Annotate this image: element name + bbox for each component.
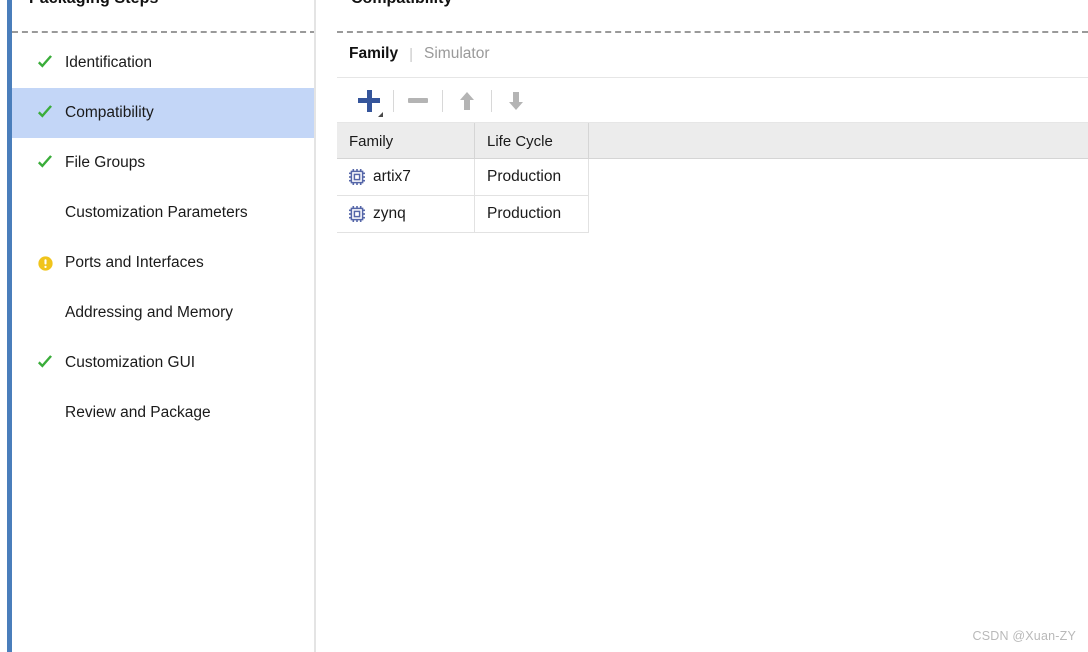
cell-life-cycle[interactable]: Production	[475, 159, 589, 196]
move-down-button	[497, 78, 535, 123]
column-header-life-cycle[interactable]: Life Cycle	[475, 123, 589, 159]
table-row[interactable]: artix7 Production	[337, 159, 1088, 196]
arrow-up-icon	[458, 90, 476, 112]
plus-icon	[358, 89, 383, 117]
sidebar-item-label: Review and Package	[65, 404, 211, 421]
step-status-icon	[34, 202, 56, 224]
table-toolbar	[337, 78, 1088, 123]
step-status-icon	[34, 302, 56, 324]
compatibility-panel: Compatibility Family | Simulator Family Li…	[337, 0, 1088, 652]
family-name: artix7	[373, 168, 411, 185]
compatibility-title: Compatibility	[351, 0, 452, 8]
step-status-icon	[34, 402, 56, 424]
sidebar-item-identification[interactable]: Identification	[12, 38, 314, 88]
sidebar-item-compatibility[interactable]: Compatibility	[12, 88, 314, 138]
sidebar-item-label: Addressing and Memory	[65, 304, 233, 321]
compatibility-tabs: Family | Simulator	[349, 41, 489, 67]
sidebar-item-customization-gui[interactable]: Customization GUI	[12, 338, 314, 388]
sidebar-item-file-groups[interactable]: File Groups	[12, 138, 314, 188]
table-header-row: Family Life Cycle	[337, 123, 1088, 159]
toolbar-separator	[491, 89, 492, 112]
remove-button	[399, 78, 437, 123]
family-name: zynq	[373, 205, 406, 222]
tab-divider: |	[409, 45, 414, 63]
toolbar-separator	[442, 89, 443, 112]
sidebar-item-customization-parameters[interactable]: Customization Parameters	[12, 188, 314, 238]
column-header-family[interactable]: Family	[337, 123, 475, 159]
check-icon	[36, 54, 54, 72]
column-header-filler	[589, 123, 1088, 159]
main-title-divider	[337, 31, 1088, 33]
packaging-wizard: Packaging Steps Identification Compatibil…	[0, 0, 1088, 652]
table-body: artix7 Production zynq Production	[337, 159, 1088, 233]
dropdown-caret-icon	[378, 111, 383, 117]
sidebar-item-label: File Groups	[65, 154, 146, 171]
arrow-down-icon	[507, 90, 525, 112]
sidebar-item-label: Customization Parameters	[65, 204, 248, 221]
minus-icon	[408, 98, 428, 103]
add-button[interactable]	[350, 78, 388, 123]
table-row[interactable]: zynq Production	[337, 196, 1088, 233]
cell-family[interactable]: artix7	[337, 159, 475, 196]
packaging-steps-title: Packaging Steps	[29, 0, 159, 8]
sidebar-item-label: Identification	[65, 54, 153, 71]
cell-life-cycle[interactable]: Production	[475, 196, 589, 233]
sidebar-title-divider	[12, 31, 314, 33]
cell-family[interactable]: zynq	[337, 196, 475, 233]
toolbar-separator	[393, 89, 394, 112]
sidebar-item-label: Ports and Interfaces	[65, 254, 204, 271]
watermark-text: CSDN @Xuan-ZY	[972, 629, 1076, 643]
packaging-steps-list: Identification Compatibility File Groups Cu…	[12, 38, 314, 438]
check-icon	[36, 104, 54, 122]
check-icon	[36, 354, 54, 372]
move-up-button	[448, 78, 486, 123]
step-status-icon	[34, 52, 56, 74]
warning-icon	[37, 255, 53, 271]
sidebar-item-label: Customization GUI	[65, 354, 196, 371]
chip-icon	[349, 169, 365, 185]
sidebar-item-review-and-package[interactable]: Review and Package	[12, 388, 314, 438]
check-icon	[36, 154, 54, 172]
sidebar-item-addressing-and-memory[interactable]: Addressing and Memory	[12, 288, 314, 338]
step-status-icon	[34, 102, 56, 124]
tab-family[interactable]: Family	[349, 45, 398, 63]
sidebar-item-ports-and-interfaces[interactable]: Ports and Interfaces	[12, 238, 314, 288]
chip-icon	[349, 206, 365, 222]
sidebar-item-label: Compatibility	[65, 104, 154, 121]
family-table: Family Life Cycle artix7 Production zynq Pr…	[337, 123, 1088, 233]
step-status-icon	[34, 352, 56, 374]
packaging-steps-panel: Packaging Steps Identification Compatibil…	[0, 0, 316, 652]
step-status-icon	[34, 252, 56, 274]
step-status-icon	[34, 152, 56, 174]
tab-simulator[interactable]: Simulator	[424, 45, 489, 63]
